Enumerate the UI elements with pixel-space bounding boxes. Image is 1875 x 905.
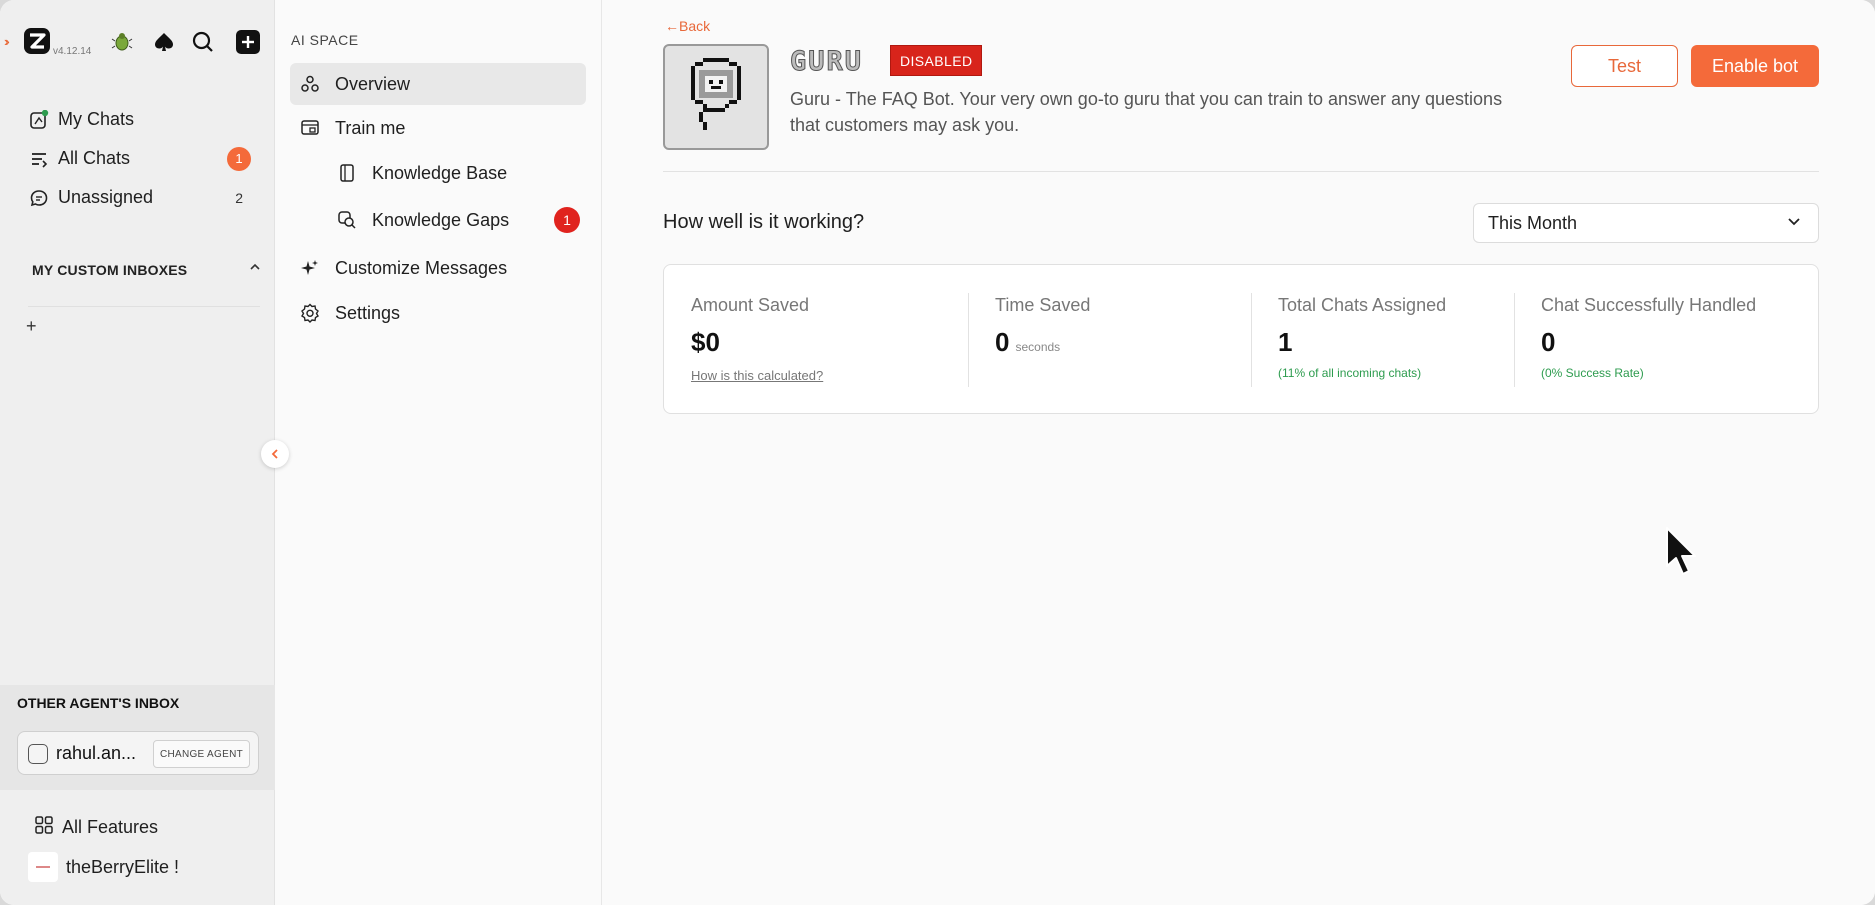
divider [663,171,1819,172]
divider [1251,293,1252,387]
nav-my-chats[interactable]: My Chats [28,100,253,139]
rail-header: ›› v4.12.14 [0,0,275,84]
mouse-cursor-icon [1666,527,1696,575]
ai-space-sidebar: AI SPACE Overview Train me Knowledge Bas… [275,0,602,905]
sparkle-icon [299,257,321,279]
settings-icon [299,302,321,324]
collapse-sidebar-button[interactable] [261,440,289,468]
grid-icon [34,815,54,840]
period-select[interactable]: This Month [1473,203,1819,243]
stat-successfully-handled: Chat Successfully Handled 0 (0% Success … [1541,265,1811,415]
back-link[interactable]: ←Back [665,18,710,34]
chevron-left-icon [271,449,278,459]
gaps-badge: 1 [554,207,580,233]
other-agent-header: OTHER AGENT'S INBOX [17,695,180,711]
sub-item-overview[interactable]: Overview [290,63,586,105]
overview-icon [299,73,321,95]
nav-unassigned[interactable]: Unassigned 2 [28,178,253,217]
search-gaps-icon [336,209,358,231]
app-window: ›› v4.12.14 My Chats All Chats 1 Unassig… [0,0,1875,905]
spade-icon[interactable] [150,28,178,56]
unassigned-count: 2 [235,189,243,206]
divider [968,293,969,387]
sub-item-label: Knowledge Base [372,162,508,183]
how-calculated-link[interactable]: How is this calculated? [691,368,823,383]
all-features-label: All Features [62,817,159,837]
bot-avatar [663,44,769,150]
stat-sub: (0% Success Rate) [1541,366,1644,380]
stat-value: 1 [1278,327,1293,357]
org-switcher[interactable]: theBerryElite ! [28,852,179,882]
test-button[interactable]: Test [1571,45,1678,87]
guru-pixel-icon [691,58,741,130]
book-icon [336,162,358,184]
period-value: This Month [1488,212,1578,233]
stat-total-chats: Total Chats Assigned 1 (11% of all incom… [1278,265,1518,415]
stat-label: Amount Saved [691,295,810,315]
status-badge: DISABLED [890,45,983,76]
search-icon[interactable] [189,28,217,56]
app-logo[interactable] [22,26,52,56]
enable-bot-button[interactable]: Enable bot [1691,45,1819,87]
sub-item-label: Settings [335,302,401,323]
agent-card[interactable]: rahul.an... CHANGE AGENT [17,731,259,775]
stat-label: Time Saved [995,295,1091,315]
change-agent-button[interactable]: CHANGE AGENT [152,740,250,768]
divider [1514,293,1515,387]
new-chat-icon[interactable] [234,28,262,56]
sub-item-label: Knowledge Gaps [372,209,510,230]
sub-item-label: Overview [335,73,411,94]
expand-icon[interactable]: ›› [4,34,9,49]
nav-label: Unassigned [58,187,154,207]
inbox-nav: My Chats All Chats 1 Unassigned 2 [28,100,253,217]
sub-item-customize-messages[interactable]: Customize Messages [290,247,586,289]
chevron-up-icon [248,260,262,277]
divider [28,306,260,307]
chevron-down-icon [1786,213,1802,234]
org-logo [28,852,58,882]
app-version: v4.12.14 [53,46,92,57]
stat-value-wrap: 0 seconds [995,327,1060,358]
add-custom-inbox-button[interactable]: + [26,316,37,337]
sub-item-knowledge-gaps[interactable]: Knowledge Gaps 1 [327,199,580,241]
main-content: ←Back GURU DISABLED Guru - The FAQ Bot. … [603,0,1875,905]
stat-value: 0 [1541,327,1556,357]
all-features-link[interactable]: All Features [34,815,158,840]
primary-sidebar: ›› v4.12.14 My Chats All Chats 1 Unassig… [0,0,275,905]
agent-name: rahul.an... [56,743,137,763]
sub-item-knowledge-base[interactable]: Knowledge Base [327,152,586,194]
stat-value: 0 [995,327,1010,357]
train-icon [299,117,321,139]
bot-description: Guru - The FAQ Bot. Your very own go-to … [790,89,1503,135]
stat-value: $0 [691,327,720,357]
sub-item-label: Train me [335,117,406,138]
my-chats-icon [28,109,50,131]
bot-title: GURU [789,46,864,78]
stat-label: Chat Successfully Handled [1541,295,1757,315]
nav-label: My Chats [58,109,135,129]
nav-all-chats[interactable]: All Chats 1 [28,139,253,178]
org-name: theBerryElite ! [66,856,180,877]
stat-sub: (11% of all incoming chats) [1278,366,1422,380]
custom-inboxes-header: MY CUSTOM INBOXES [32,262,188,278]
stat-label: Total Chats Assigned [1278,295,1447,315]
bug-icon[interactable] [108,28,136,56]
nav-label: All Chats [58,148,131,168]
stat-time-saved: Time Saved 0 seconds [995,265,1245,415]
unassigned-icon [28,187,50,209]
custom-inboxes-toggle[interactable]: MY CUSTOM INBOXES [32,262,262,278]
unread-badge: 1 [227,146,251,171]
ai-space-header: AI SPACE [291,32,359,48]
stat-unit: seconds [1015,340,1061,354]
stat-amount-saved: Amount Saved $0 How is this calculated? [691,265,951,415]
agent-avatar [28,744,48,764]
section-title: How well is it working? [663,211,865,233]
sub-item-label: Customize Messages [335,257,508,278]
sub-item-settings[interactable]: Settings [290,292,586,334]
stats-card: Amount Saved $0 How is this calculated? … [663,264,1819,414]
sub-item-train-me[interactable]: Train me [290,107,586,149]
all-chats-icon [28,148,50,170]
